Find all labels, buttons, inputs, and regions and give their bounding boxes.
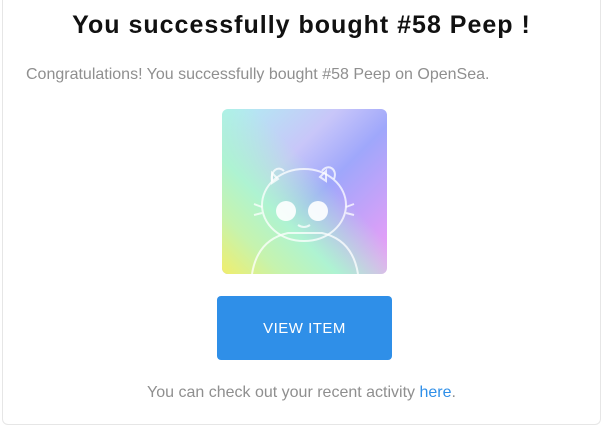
view-item-button[interactable]: VIEW ITEM [217,296,392,360]
page-title: You successfully bought #58 Peep ! [72,11,531,39]
footer-prefix: You can check out your recent activity [147,384,420,401]
email-card: You successfully bought #58 Peep ! Congr… [2,0,601,425]
peep-creature-icon [251,166,359,274]
nft-image[interactable] [222,109,387,274]
congratulations-message: Congratulations! You successfully bought… [26,66,490,83]
recent-activity-text: You can check out your recent activity h… [3,384,600,402]
recent-activity-link[interactable]: here [419,384,451,401]
footer-suffix: . [451,384,456,401]
